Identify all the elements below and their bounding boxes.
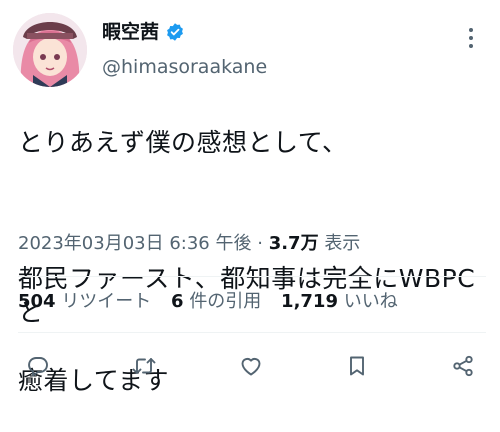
tweet-line: [18, 194, 488, 228]
meta-separator: ·: [257, 233, 263, 254]
likes-label: いいね: [343, 291, 398, 312]
bookmark-button[interactable]: [337, 346, 377, 386]
views-count[interactable]: 3.7万: [269, 233, 319, 254]
retweet-button[interactable]: [124, 346, 164, 386]
share-button[interactable]: [443, 346, 483, 386]
bookmark-icon: [349, 356, 364, 376]
more-options-icon[interactable]: [458, 28, 484, 48]
verified-badge-icon: [165, 22, 185, 42]
retweets-stat[interactable]: 504 リツイート: [18, 291, 151, 312]
display-name[interactable]: 暇空茜: [102, 20, 159, 44]
divider: [18, 276, 486, 277]
reply-button[interactable]: [18, 346, 58, 386]
reply-icon: [28, 357, 48, 377]
views-label: 表示: [324, 233, 361, 254]
tweet-line: とりあえず僕の感想として、: [18, 128, 348, 157]
likes-count: 1,719: [281, 291, 338, 312]
divider: [18, 332, 486, 333]
timestamp[interactable]: 2023年03月03日 6:36 午後: [18, 233, 251, 254]
retweets-count: 504: [18, 291, 56, 312]
quotes-stat[interactable]: 6 件の引用: [171, 291, 261, 312]
quotes-label: 件の引用: [189, 291, 262, 312]
avatar[interactable]: [13, 13, 87, 87]
quotes-count: 6: [171, 291, 184, 312]
tweet-meta: 2023年03月03日 6:36 午後 · 3.7万 表示: [18, 232, 360, 256]
action-bar: [18, 346, 483, 386]
retweets-label: リツイート: [61, 291, 152, 312]
heart-icon: [241, 358, 260, 376]
retweet-icon: [132, 358, 156, 374]
share-icon: [453, 355, 473, 377]
engagement-stats: 504 リツイート 6 件の引用 1,719 いいね: [18, 290, 412, 314]
like-button[interactable]: [231, 346, 271, 386]
likes-stat[interactable]: 1,719 いいね: [281, 291, 398, 312]
user-handle[interactable]: @himasoraakane: [102, 55, 267, 79]
display-name-row[interactable]: 暇空茜: [102, 20, 185, 44]
